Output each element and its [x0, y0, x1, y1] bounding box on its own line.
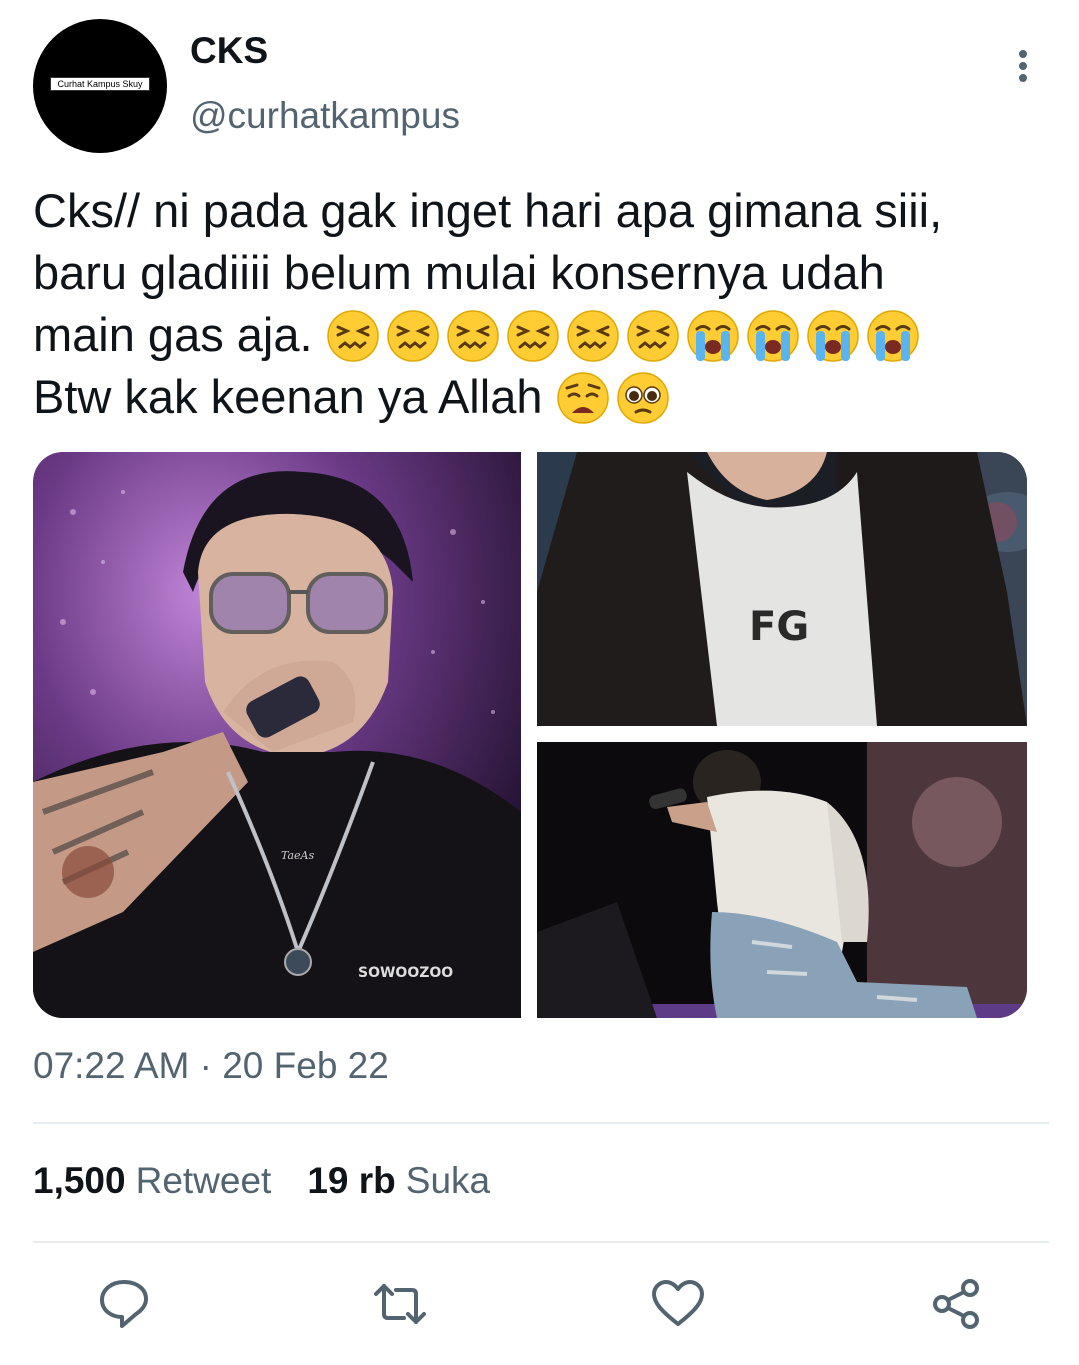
avatar[interactable]: Curhat Kampus Skuy [33, 19, 167, 153]
confounded-face-emoji [626, 308, 686, 362]
loudly-crying-face-emoji [866, 308, 926, 362]
reply-icon[interactable] [96, 1276, 152, 1332]
loudly-crying-face-emoji [806, 308, 866, 362]
loudly-crying-face-emoji [746, 308, 806, 362]
concert-photo-singer-sunglasses: TaeAs SOWOOZOO [33, 452, 521, 1018]
divider [33, 1241, 1049, 1243]
concert-photo-fg-shirt: FG [537, 452, 1027, 726]
like-icon[interactable] [650, 1276, 706, 1332]
like-count: 19 rb [307, 1160, 396, 1201]
concert-photo-kneeling-singer [537, 742, 1027, 1018]
tweet-line-text: Btw kak keenan ya Allah [33, 370, 543, 423]
like-label: Suka [405, 1160, 491, 1201]
tweet-line-text: main gas aja. [33, 308, 313, 361]
tweet-line: baru gladiiii belum mulai konsernya udah [33, 246, 885, 299]
avatar-text: Curhat Kampus Skuy [50, 77, 150, 91]
retweet-label: Retweet [135, 1160, 272, 1201]
confounded-face-emoji [566, 308, 626, 362]
tweet-image-2[interactable]: FG [537, 452, 1027, 726]
retweet-stat[interactable]: 1,500 Retweet [33, 1160, 271, 1201]
retweet-icon[interactable] [372, 1276, 428, 1332]
tweet-text: Cks// ni pada gak inget hari apa gimana … [33, 180, 1063, 428]
more-options-icon[interactable] [1006, 46, 1040, 86]
shirt-logo-text: SOWOOZOO [358, 965, 453, 981]
author-handle[interactable]: @curhatkampus [190, 95, 460, 137]
tweet-image-1[interactable]: TaeAs SOWOOZOO [33, 452, 521, 1018]
pleading-face-emoji [616, 370, 676, 424]
shirt-logo-text: FG [749, 604, 809, 650]
tweet-line: Cks// ni pada gak inget hari apa gimana … [33, 184, 943, 237]
emoji-row [556, 370, 676, 424]
tweet-timestamp[interactable]: 07:22 AM · 20 Feb 22 [33, 1045, 389, 1087]
like-stat[interactable]: 19 rb Suka [307, 1160, 490, 1201]
share-icon[interactable] [928, 1276, 984, 1332]
tweet-stats: 1,500 Retweet 19 rb Suka [33, 1160, 490, 1202]
tweet-line: Btw kak keenan ya Allah [33, 366, 1063, 428]
confounded-face-emoji [326, 308, 386, 362]
confounded-face-emoji [446, 308, 506, 362]
confounded-face-emoji [506, 308, 566, 362]
retweet-count: 1,500 [33, 1160, 126, 1201]
tweet-line: main gas aja. [33, 304, 1063, 366]
shirt-signature: TaeAs [281, 849, 314, 862]
loudly-crying-face-emoji [686, 308, 746, 362]
tweet-image-3[interactable] [537, 742, 1027, 1018]
emoji-row [326, 308, 926, 362]
weary-face-emoji [556, 370, 616, 424]
divider [33, 1122, 1049, 1124]
author-name[interactable]: CKS [190, 30, 268, 72]
confounded-face-emoji [386, 308, 446, 362]
